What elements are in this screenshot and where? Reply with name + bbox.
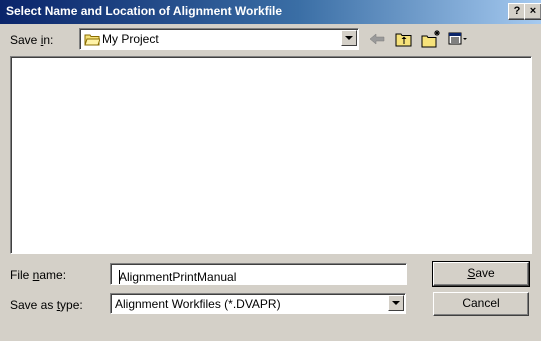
folder-icon [84, 34, 100, 46]
file-list[interactable] [10, 56, 532, 254]
text-caret [119, 270, 120, 284]
chevron-down-icon [345, 36, 353, 40]
window-title: Select Name and Location of Alignment Wo… [6, 4, 283, 18]
save-dialog: Select Name and Location of Alignment Wo… [0, 0, 541, 341]
save-button[interactable]: Save [432, 261, 530, 287]
new-folder-icon[interactable] [420, 29, 442, 49]
save-as-type-value: Alignment Workfiles (*.DVAPR) [115, 297, 281, 311]
file-name-label: File name: [10, 268, 67, 282]
chevron-down-icon [392, 301, 400, 305]
file-name-value: AlignmentPrintManual [119, 270, 237, 284]
view-menu-icon[interactable] [447, 29, 469, 49]
up-folder-icon[interactable] [393, 29, 415, 49]
close-button[interactable]: × [524, 3, 541, 20]
save-as-type-dropdown[interactable]: Alignment Workfiles (*.DVAPR) [110, 293, 406, 314]
file-name-input[interactable]: AlignmentPrintManual [110, 263, 407, 285]
back-arrow-icon[interactable] [366, 29, 388, 49]
save-in-dropdown[interactable]: My Project [79, 28, 359, 50]
cancel-button[interactable]: Cancel [433, 292, 529, 316]
save-as-type-dropdown-button[interactable] [388, 295, 404, 311]
save-in-dropdown-button[interactable] [341, 30, 357, 46]
save-as-type-label: Save as type: [10, 298, 83, 312]
title-bar[interactable]: Select Name and Location of Alignment Wo… [0, 0, 541, 24]
save-in-value: My Project [102, 32, 159, 46]
save-in-label: Save in: [10, 33, 54, 47]
